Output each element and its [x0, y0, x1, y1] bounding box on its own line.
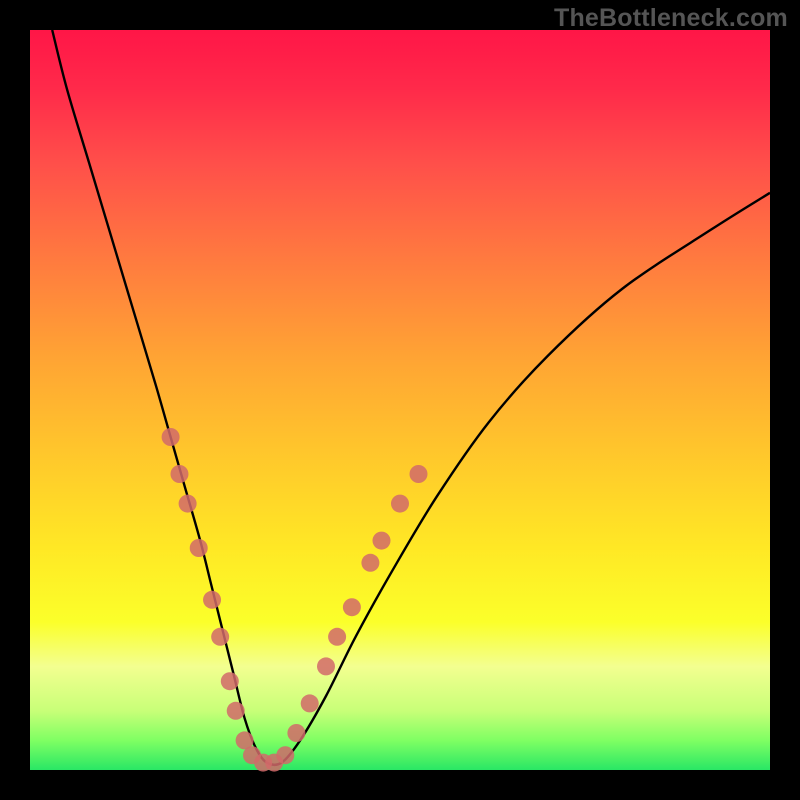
bead-marker	[391, 495, 409, 513]
bead-marker	[170, 465, 188, 483]
bead-marker	[361, 554, 379, 572]
bead-marker	[373, 532, 391, 550]
bead-marker	[343, 598, 361, 616]
watermark-text: TheBottleneck.com	[554, 4, 788, 33]
bead-marker	[203, 591, 221, 609]
bead-marker	[317, 657, 335, 675]
bead-marker	[328, 628, 346, 646]
bead-marker	[276, 746, 294, 764]
bead-marker	[211, 628, 229, 646]
highlight-beads	[162, 428, 428, 772]
bead-marker	[190, 539, 208, 557]
bead-marker	[410, 465, 428, 483]
bead-marker	[287, 724, 305, 742]
bead-marker	[301, 694, 319, 712]
curve-svg	[30, 30, 770, 770]
bottleneck-curve	[52, 30, 770, 765]
bead-marker	[227, 702, 245, 720]
bead-marker	[162, 428, 180, 446]
bead-marker	[179, 495, 197, 513]
plot-area	[30, 30, 770, 770]
bead-marker	[221, 672, 239, 690]
chart-frame: TheBottleneck.com	[0, 0, 800, 800]
